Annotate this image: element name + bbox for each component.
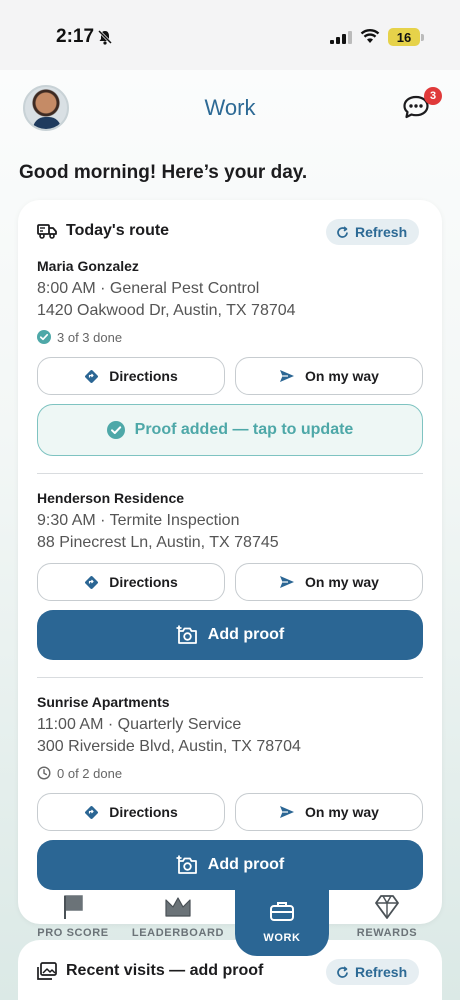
add-proof-button[interactable]: Add proof	[37, 610, 423, 660]
job-address: 88 Pinecrest Ln, Austin, TX 78745	[37, 534, 279, 551]
directions-icon	[85, 369, 99, 383]
route-card-title: Today's route	[66, 222, 170, 239]
notification-badge: 3	[424, 87, 442, 105]
tab-pro-score[interactable]: PRO SCORE	[18, 894, 128, 939]
job-item[interactable]: Maria Gonzalez 8:00 AM · General Pest Co…	[37, 258, 423, 346]
diamond-icon	[375, 895, 399, 919]
refresh-button[interactable]: Refresh	[326, 219, 420, 245]
check-circle-icon	[37, 330, 51, 344]
battery-tip	[421, 34, 424, 41]
add-proof-label: Add proof	[207, 626, 285, 643]
directions-button[interactable]: Directions	[37, 793, 225, 831]
clock-icon	[37, 766, 51, 780]
proof-added-label: Proof added — tap to update	[134, 421, 354, 438]
check-circle-icon	[106, 421, 125, 439]
gallery-icon	[37, 962, 57, 980]
add-proof-button[interactable]: Add proof	[37, 840, 423, 890]
status-bar: 2:17 16	[0, 0, 460, 70]
job-address: 300 Riverside Blvd, Austin, TX 78704	[37, 738, 301, 755]
refresh-icon	[337, 965, 348, 978]
greeting-heading: Good morning! Here’s your day.	[19, 162, 308, 183]
directions-button[interactable]: Directions	[37, 357, 225, 395]
directions-icon	[85, 805, 99, 819]
briefcase-icon	[270, 902, 294, 921]
signal-icon	[330, 31, 352, 44]
recent-visits-title: Recent visits — add proof	[66, 962, 264, 979]
on-my-way-label: On my way	[305, 574, 379, 590]
on-my-way-button[interactable]: On my way	[235, 357, 423, 395]
job-progress-label: 0 of 2 done	[57, 765, 123, 781]
tab-label: WORK	[263, 932, 301, 944]
job-name: Sunrise Apartments	[37, 694, 170, 710]
on-my-way-button[interactable]: On my way	[235, 563, 423, 601]
job-progress: 0 of 2 done	[37, 764, 423, 782]
tab-label: LEADERBOARD	[131, 927, 225, 939]
job-name: Maria Gonzalez	[37, 258, 139, 274]
job-actions: Directions On my way	[37, 793, 423, 831]
page-title: Work	[204, 95, 256, 120]
bottom-tab-bar: PRO SCORE LEADERBOARD WORK REWARDS	[18, 886, 442, 956]
status-time: 2:17	[56, 26, 95, 47]
job-actions: Directions On my way	[37, 357, 423, 395]
job-progress: 3 of 3 done	[37, 328, 423, 346]
job-time-service: 9:30 AM · Termite Inspection	[37, 512, 240, 529]
job-time-service: 8:00 AM · General Pest Control	[37, 280, 260, 297]
divider	[37, 677, 423, 678]
directions-icon	[85, 575, 99, 589]
directions-label: Directions	[109, 574, 178, 590]
refresh-button[interactable]: Refresh	[326, 959, 420, 985]
tab-work[interactable]: WORK	[235, 886, 329, 956]
tab-leaderboard[interactable]: LEADERBOARD	[123, 894, 233, 939]
flag-icon	[64, 895, 83, 919]
refresh-label: Refresh	[355, 964, 408, 980]
directions-label: Directions	[109, 804, 178, 820]
bell-off-icon	[97, 29, 113, 45]
app-header: Work 3	[0, 70, 460, 150]
directions-label: Directions	[109, 368, 178, 384]
on-my-way-label: On my way	[305, 368, 379, 384]
job-actions: Directions On my way	[37, 563, 423, 601]
recent-visits-card: Recent visits — add proof Refresh	[18, 940, 442, 1000]
tab-label: REWARDS	[356, 927, 418, 939]
directions-button[interactable]: Directions	[37, 563, 225, 601]
job-name: Henderson Residence	[37, 490, 185, 506]
tab-label: PRO SCORE	[37, 927, 109, 939]
refresh-icon	[337, 225, 348, 238]
camera-plus-icon	[176, 625, 197, 644]
crown-icon	[165, 897, 191, 917]
camera-plus-icon	[176, 855, 197, 874]
add-proof-label: Add proof	[207, 856, 285, 873]
refresh-label: Refresh	[355, 224, 408, 240]
job-time-service: 11:00 AM · Quarterly Service	[37, 716, 242, 733]
job-address: 1420 Oakwood Dr, Austin, TX 78704	[37, 302, 296, 319]
truck-icon	[37, 224, 57, 239]
on-my-way-label: On my way	[305, 804, 379, 820]
todays-route-card: Today's route Refresh Maria Gonzalez 8:0…	[18, 200, 442, 924]
job-item[interactable]: Sunrise Apartments 11:00 AM · Quarterly …	[37, 694, 423, 782]
wifi-icon	[360, 29, 380, 43]
tab-rewards[interactable]: REWARDS	[332, 894, 442, 939]
proof-added-button[interactable]: Proof added — tap to update	[37, 404, 423, 456]
job-progress-label: 3 of 3 done	[57, 329, 123, 345]
divider	[37, 473, 423, 474]
job-item[interactable]: Henderson Residence 9:30 AM · Termite In…	[37, 490, 423, 554]
send-icon	[280, 576, 295, 588]
battery-indicator: 16	[388, 28, 420, 46]
send-icon	[280, 370, 295, 382]
on-my-way-button[interactable]: On my way	[235, 793, 423, 831]
send-icon	[280, 806, 295, 818]
